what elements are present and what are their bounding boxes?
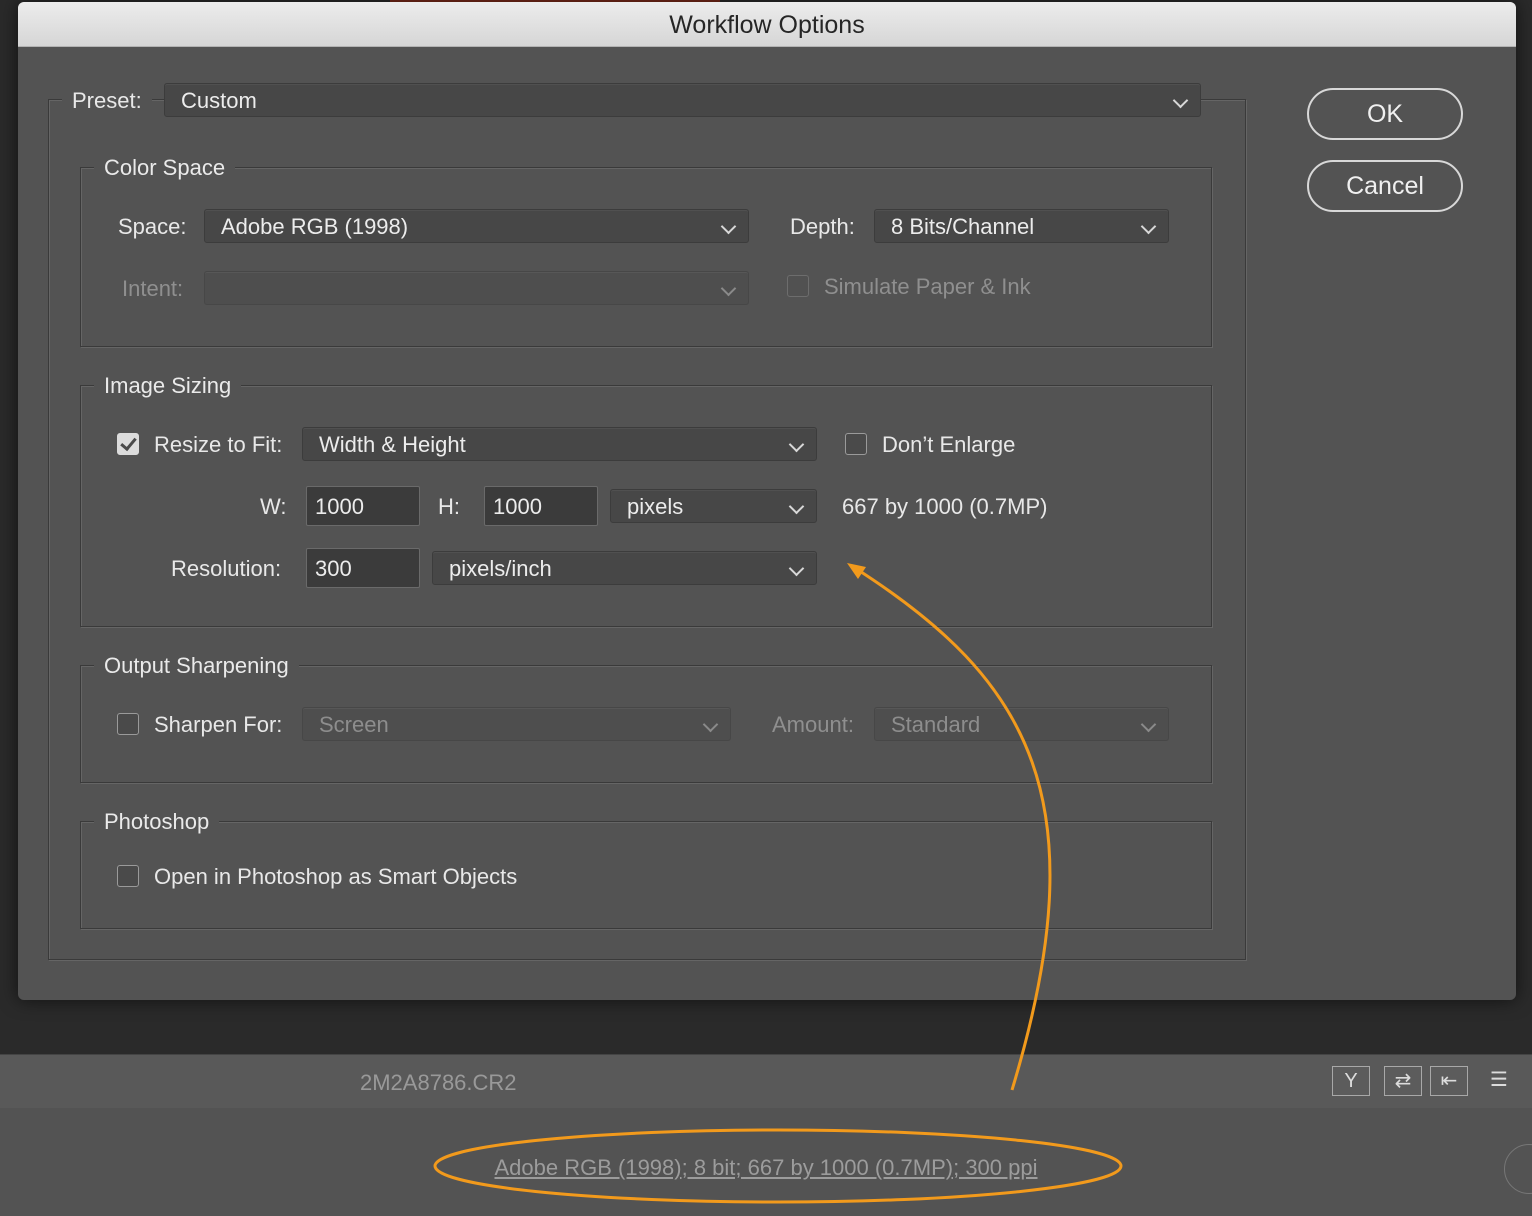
chevron-down-icon [720,280,737,297]
width-label: W: [260,494,287,519]
sharpen-for-value: Screen [319,712,389,737]
chevron-down-icon [788,498,805,515]
workflow-options-dialog: Workflow Options Preset: Custom OK Cance… [18,2,1516,1000]
amount-label: Amount: [772,712,854,737]
chevron-down-icon [1140,716,1157,733]
resize-to-fit-select[interactable]: Width & Height [302,427,817,461]
resolution-label: Resolution: [171,556,282,581]
resolution-value: 300 [315,556,352,581]
height-value: 1000 [493,494,542,519]
swap-icon[interactable]: ⇄ [1384,1066,1422,1096]
resize-to-fit-value: Width & Height [319,432,466,457]
filename-label: 2M2A8786.CR2 [360,1070,517,1095]
preset-label: Preset: [62,88,152,114]
preset-select[interactable]: Custom [164,83,1201,117]
photoshop-title: Photoshop [94,809,220,835]
amount-value: Standard [891,712,981,737]
output-sharpening-title: Output Sharpening [94,653,299,679]
resolution-unit-value: pixels/inch [449,556,552,581]
chevron-down-icon [1140,218,1157,235]
dont-enlarge-label: Don’t Enlarge [882,432,1016,457]
smart-objects-checkbox[interactable] [117,865,139,887]
cancel-button[interactable]: Cancel [1307,160,1463,212]
height-label: H: [438,494,460,519]
dialog-title: Workflow Options [669,11,865,39]
resolution-unit-select[interactable]: pixels/inch [432,551,817,585]
resize-to-fit-label: Resize to Fit: [154,432,283,457]
width-value: 1000 [315,494,364,519]
dialog-titlebar[interactable]: Workflow Options [18,2,1516,47]
chevron-down-icon [702,716,719,733]
intent-select[interactable] [204,271,749,305]
simulate-paper-ink-checkbox[interactable] [787,275,809,297]
workflow-options-link[interactable]: Adobe RGB (1998); 8 bit; 667 by 1000 (0.… [0,1155,1532,1181]
smart-objects-label: Open in Photoshop as Smart Objects [154,864,518,889]
resize-to-fit-checkbox[interactable] [117,433,139,455]
sharpen-for-select[interactable]: Screen [302,707,731,741]
chevron-down-icon [788,436,805,453]
filter-icon[interactable]: Y [1332,1066,1370,1096]
back-icon[interactable]: ⇤ [1430,1066,1468,1096]
depth-value: 8 Bits/Channel [891,214,1035,239]
width-input[interactable]: 1000 [306,486,420,526]
height-input[interactable]: 1000 [484,486,598,526]
preset-value: Custom [181,88,257,113]
intent-label: Intent: [122,276,184,301]
depth-label: Depth: [790,214,855,239]
simulate-paper-ink-label: Simulate Paper & Ink [824,274,1031,299]
size-info: 667 by 1000 (0.7MP) [842,494,1048,519]
space-value: Adobe RGB (1998) [221,214,409,239]
size-unit-select[interactable]: pixels [610,489,817,523]
color-space-group [80,167,1212,347]
chevron-down-icon [720,218,737,235]
ok-button[interactable]: OK [1307,88,1463,140]
chevron-down-icon [788,560,805,577]
filmstrip-bar [0,1054,1532,1110]
image-sizing-title: Image Sizing [94,373,242,399]
dont-enlarge-checkbox[interactable] [845,433,867,455]
size-unit-value: pixels [627,494,684,519]
resolution-input[interactable]: 300 [306,548,420,588]
space-select[interactable]: Adobe RGB (1998) [204,209,749,243]
space-label: Space: [118,214,187,239]
depth-select[interactable]: 8 Bits/Channel [874,209,1169,243]
sharpen-for-checkbox[interactable] [117,713,139,735]
chevron-down-icon [1172,92,1189,109]
sliders-icon[interactable]: ☰ [1480,1066,1518,1096]
sharpen-for-label: Sharpen For: [154,712,283,737]
amount-select[interactable]: Standard [874,707,1169,741]
color-space-title: Color Space [94,155,236,181]
